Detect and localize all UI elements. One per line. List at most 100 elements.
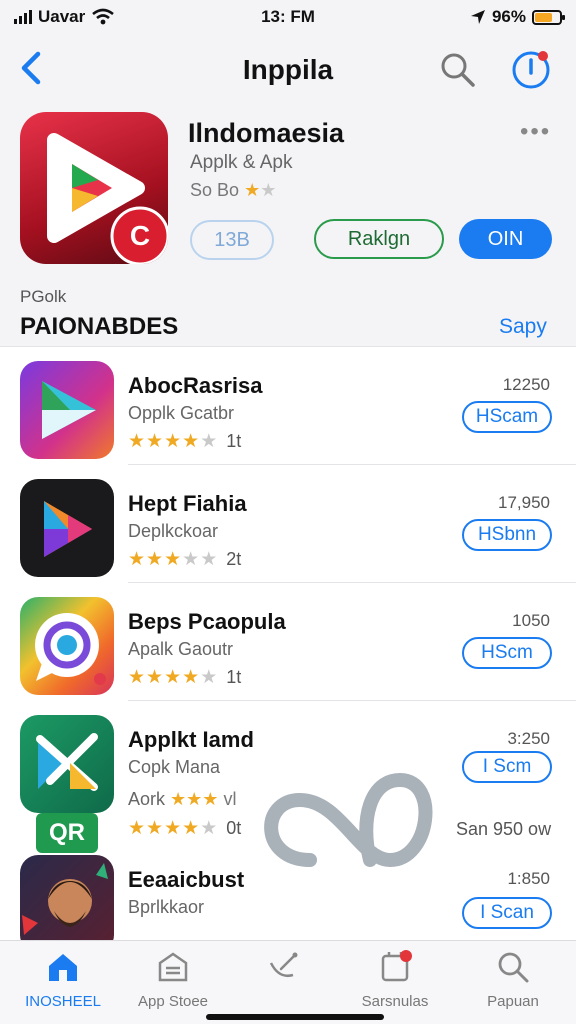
secondary-button[interactable]: Raklgn — [314, 219, 444, 259]
rating-count: 1t — [226, 431, 242, 451]
app-get-button[interactable]: I Scan — [462, 897, 552, 929]
more-options-icon[interactable]: ••• — [520, 118, 551, 146]
app-name: Beps Pcaopula — [128, 609, 286, 634]
star-icon: ★ — [200, 549, 219, 570]
app-price: 1:850 — [507, 869, 550, 888]
star-icon: ★ — [244, 180, 261, 200]
app-rating: ★★★★★ 2t — [128, 548, 241, 571]
app-name: Applkt Iamd — [128, 727, 254, 752]
star-icon: ★ — [200, 431, 219, 452]
app-get-button[interactable]: HScm — [462, 637, 552, 669]
star-icon: ★ — [146, 549, 165, 570]
list-item[interactable]: AbocRasrisa Opplk Gcatbr ★★★★★ 1t 12250 H… — [0, 347, 576, 465]
star-icon: ★ — [164, 818, 183, 839]
profile-icon[interactable] — [510, 48, 552, 90]
tab-label: Papuan — [487, 993, 539, 1010]
star-rating-icons: ★★★★★ — [128, 818, 218, 839]
app-developer: Opplk Gcatbr — [128, 403, 235, 423]
featured-app-rating: So Bo ★★ — [190, 180, 276, 201]
star-icon: ★ — [182, 549, 201, 570]
play-triangle-icon — [42, 381, 96, 439]
tab-satellite[interactable] — [228, 949, 338, 993]
star-icon: ★ — [164, 667, 183, 688]
tab-updates[interactable]: Sarsnulas — [340, 949, 450, 1010]
app-developer-secondary: Aork ★★★ vl — [128, 789, 237, 809]
search-icon — [498, 952, 529, 983]
svg-text:C: C — [130, 220, 150, 251]
app-price: 12250 — [502, 375, 550, 394]
nav-bar: Inppila — [0, 38, 576, 98]
star-icon: ★ — [182, 431, 201, 452]
app-developer: Bprlkkaor — [128, 897, 205, 917]
star-icon: ★ — [128, 431, 147, 452]
rating-count: 2t — [226, 549, 242, 569]
featured-rating-text: So Bo — [190, 180, 240, 200]
app-icon — [20, 361, 114, 459]
star-icon: ★ — [128, 818, 147, 839]
tab-label: INOSHEEL — [25, 993, 101, 1010]
app-price: 1050 — [512, 611, 550, 630]
developer-secondary-text: Aork — [128, 789, 166, 809]
rating-count: 0t — [226, 818, 242, 838]
home-indicator — [206, 1014, 384, 1020]
star-icon: ★ — [146, 818, 165, 839]
chat-bubble-icon — [35, 613, 106, 685]
list-icon — [158, 952, 188, 982]
play-triangle-icon — [44, 501, 92, 557]
list-item[interactable]: Hept Fiahia Deplkckoar ★★★★★ 2t 17,950 HS… — [0, 465, 576, 583]
star-icon: ★ — [164, 431, 183, 452]
app-rating: ★★★★★ 1t — [128, 666, 241, 689]
tab-app-store[interactable]: App Stoee — [118, 949, 228, 1010]
app-extra-info: San 950 ow — [456, 819, 552, 839]
arrows-logo-icon — [36, 733, 98, 791]
get-button[interactable]: OIN — [459, 219, 552, 259]
star-icon: ★ — [200, 818, 219, 839]
tab-label: App Stoee — [137, 993, 209, 1010]
search-icon[interactable] — [438, 50, 478, 90]
app-name: AbocRasrisa — [128, 373, 263, 398]
list-item[interactable]: Beps Pcaopula Apalk Gaoutr ★★★★★ 1t 1050 … — [0, 583, 576, 701]
tab-bar: INOSHEEL App Stoee Sarsnulas Papuan — [0, 940, 576, 1024]
app-icon — [20, 715, 114, 813]
star-icon: ★ — [128, 667, 147, 688]
tab-home[interactable]: INOSHEEL — [8, 949, 118, 1010]
app-icon — [20, 597, 114, 695]
star-rating-icons: ★★★★★ — [128, 549, 218, 570]
featured-app-subtitle: Applk & Apk — [190, 152, 293, 173]
section-title: PAIONABDES — [20, 313, 179, 340]
clock: 13: FM — [261, 7, 315, 26]
star-icon: ★ — [182, 818, 201, 839]
battery-icon — [532, 9, 565, 25]
loading-swirl-icon — [264, 772, 433, 868]
app-rating: ★★★★★ 0t — [128, 817, 241, 840]
star-icon: ★ — [128, 549, 147, 570]
star-icon: ★ — [200, 667, 219, 688]
featured-app-icon[interactable]: C — [20, 112, 168, 264]
status-bar: Uavar 13: FM 96% — [0, 0, 576, 34]
star-icon: ★ — [182, 667, 201, 688]
avatar-face-icon — [20, 863, 114, 953]
featured-app-title: Ilndomaesia — [188, 118, 345, 148]
star-rating-icons: ★★★★★ — [128, 667, 218, 688]
outline-button[interactable]: 13B — [190, 220, 274, 260]
app-name: Eeaaicbust — [128, 867, 245, 892]
app-developer: Deplkckoar — [128, 521, 219, 541]
star-icon: ★ — [146, 431, 165, 452]
page-title: Inppila — [242, 54, 334, 85]
home-icon — [49, 954, 77, 981]
star-rating-icons: ★★★★★ — [128, 431, 218, 452]
app-get-button[interactable]: I Scm — [462, 751, 552, 783]
app-developer: Apalk Gaoutr — [128, 639, 234, 659]
tab-search[interactable]: Papuan — [458, 949, 568, 1010]
updates-icon — [381, 950, 412, 982]
app-icon — [20, 479, 114, 577]
battery-fill — [535, 12, 552, 22]
app-get-button[interactable]: HScam — [462, 401, 552, 433]
star-icon: ★ — [260, 180, 277, 200]
tab-label: Sarsnulas — [361, 993, 429, 1010]
star-icon: ★ — [146, 667, 165, 688]
app-developer: Copk Mana — [128, 757, 221, 777]
app-get-button[interactable]: HSbnn — [462, 519, 552, 551]
see-all-link[interactable]: Sapy — [499, 315, 547, 339]
section-caption: PGolk — [20, 287, 67, 306]
